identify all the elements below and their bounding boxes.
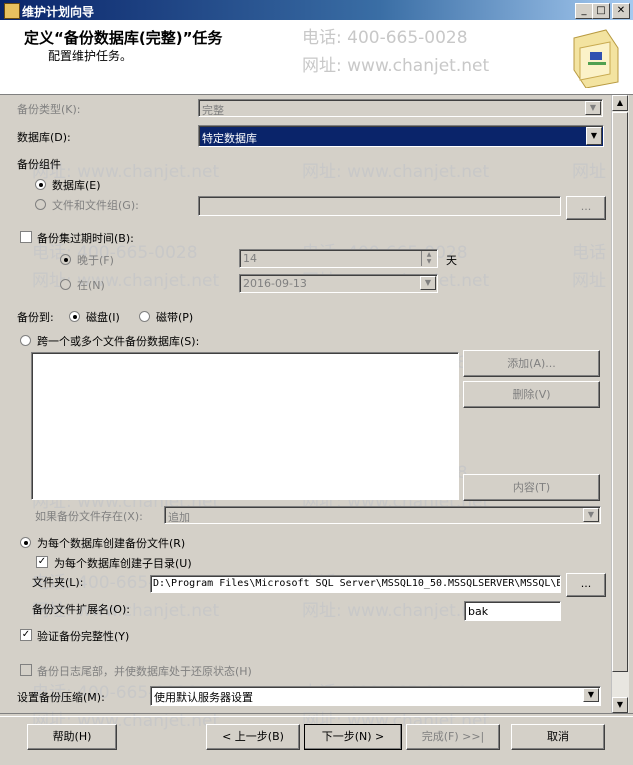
app-icon	[4, 3, 20, 19]
remove-button[interactable]: 删除(V)	[463, 381, 600, 408]
backup-type-select[interactable]: 完整 ▼	[198, 99, 603, 117]
if-exists-select[interactable]: 追加 ▼	[164, 506, 601, 524]
extension-value: bak	[468, 605, 489, 618]
chevron-down-icon: ▼	[586, 127, 602, 145]
folder-label: 文件夹(L):	[32, 576, 84, 589]
backup-files-list[interactable]	[31, 352, 459, 500]
expire-days-value: 14	[243, 252, 257, 265]
chevron-down-icon: ▼	[585, 101, 601, 115]
scroll-thumb[interactable]	[612, 112, 628, 672]
radio-backup-disk[interactable]	[69, 311, 80, 322]
wizard-folder-icon	[573, 29, 619, 88]
if-exists-value: 追加	[168, 511, 190, 524]
wizard-header: 定义“备份数据库(完整)”任务 配置维护任务。 电话: 400-665-0028…	[0, 20, 633, 95]
compression-value: 使用默认服务器设置	[154, 691, 253, 704]
files-input[interactable]	[198, 196, 561, 216]
backup-type-value: 完整	[202, 104, 224, 117]
window-title: 维护计划向导	[22, 5, 95, 19]
watermark-phone-short: 电话	[572, 243, 606, 263]
if-exists-label: 如果备份文件存在(X):	[35, 510, 143, 523]
watermark-phone: 电话: 400-665-0028	[302, 28, 468, 48]
watermark-url: 网址: www.chanjet.net	[302, 56, 490, 76]
radio-expire-after[interactable]	[60, 254, 71, 265]
watermark-url: 网址: www.chanjet.net	[302, 162, 490, 182]
extension-label: 备份文件扩展名(O):	[32, 603, 130, 616]
chevron-down-icon: ▼	[420, 276, 436, 290]
back-button[interactable]: < 上一步(B)	[206, 724, 300, 750]
compression-select[interactable]: 使用默认服务器设置 ▼	[150, 686, 601, 706]
expire-checkbox[interactable]	[20, 231, 32, 243]
extension-input[interactable]: bak	[464, 601, 561, 621]
chevron-down-icon: ▼	[583, 508, 599, 522]
tail-log-label: 备份日志尾部，并使数据库处于还原状态(H)	[37, 665, 252, 678]
radio-span-files[interactable]	[20, 335, 31, 346]
watermark-url: 网址: www.chanjet.net	[302, 601, 490, 621]
radio-expire-on[interactable]	[60, 279, 71, 290]
page-title: 定义“备份数据库(完整)”任务	[24, 29, 223, 47]
tail-log-checkbox[interactable]	[20, 664, 32, 676]
maximize-button[interactable]: □	[592, 3, 610, 19]
vertical-scrollbar[interactable]: ▲ ▼	[611, 95, 629, 713]
radio-backup-tape[interactable]	[139, 311, 150, 322]
expire-date-value: 2016-09-13	[243, 277, 307, 290]
component-files-label: 文件和文件组(G):	[52, 199, 139, 212]
database-label: 数据库(D):	[17, 131, 71, 144]
folder-input[interactable]: D:\Program Files\Microsoft SQL Server\MS…	[150, 575, 561, 593]
backup-to-label: 备份到:	[17, 311, 54, 324]
backup-type-label: 备份类型(K):	[17, 103, 81, 116]
folder-browse-button[interactable]: ...	[566, 573, 606, 597]
footer-divider	[0, 713, 633, 717]
files-browse-button[interactable]: ...	[566, 196, 606, 220]
scroll-down-icon[interactable]: ▼	[612, 697, 628, 713]
span-files-label: 跨一个或多个文件备份数据库(S):	[37, 335, 200, 348]
per-db-file-label: 为每个数据库创建备份文件(R)	[37, 537, 186, 550]
folder-value: D:\Program Files\Microsoft SQL Server\MS…	[153, 578, 561, 589]
radio-component-files[interactable]	[35, 199, 46, 210]
cancel-button[interactable]: 取消	[511, 724, 605, 750]
verify-label: 验证备份完整性(Y)	[37, 630, 130, 643]
expire-label: 备份集过期时间(B):	[37, 232, 134, 245]
scroll-up-icon[interactable]: ▲	[612, 95, 628, 111]
per-db-subdir-label: 为每个数据库创建子目录(U)	[54, 557, 192, 570]
expire-on-label: 在(N)	[77, 279, 105, 292]
close-button[interactable]: ✕	[612, 3, 630, 19]
expire-date-picker[interactable]: 2016-09-13 ▼	[239, 274, 438, 293]
backup-disk-label: 磁盘(I)	[86, 311, 120, 324]
verify-checkbox[interactable]: ✓	[20, 629, 32, 641]
page-subtitle: 配置维护任务。	[48, 49, 133, 63]
watermark-url-short: 网址	[572, 162, 606, 182]
next-button[interactable]: 下一步(N) >	[304, 724, 402, 750]
backup-tape-label: 磁带(P)	[156, 311, 194, 324]
component-database-label: 数据库(E)	[52, 179, 101, 192]
database-value: 特定数据库	[202, 132, 257, 145]
add-button[interactable]: 添加(A)...	[463, 350, 600, 377]
database-select[interactable]: 特定数据库 ▼	[198, 125, 604, 147]
radio-component-database[interactable]	[35, 179, 46, 190]
spinner-arrows-icon: ▲ ▼	[421, 251, 436, 266]
minimize-button[interactable]: _	[575, 3, 593, 19]
chevron-down-icon: ▼	[583, 688, 599, 702]
help-button[interactable]: 帮助(H)	[27, 724, 117, 750]
watermark-url-short: 网址	[572, 271, 606, 291]
contents-button[interactable]: 内容(T)	[463, 474, 600, 501]
compression-label: 设置备份压缩(M):	[17, 691, 105, 704]
expire-days-unit: 天	[446, 254, 457, 267]
finish-button[interactable]: 完成(F) >>|	[406, 724, 500, 750]
per-db-subdir-checkbox[interactable]: ✓	[36, 556, 48, 568]
expire-days-spinner[interactable]: 14 ▲ ▼	[239, 249, 438, 268]
expire-after-label: 晚于(F)	[77, 254, 114, 267]
radio-per-db-file[interactable]	[20, 537, 31, 548]
title-bar: 维护计划向导 _ □ ✕	[0, 0, 633, 20]
backup-component-label: 备份组件	[17, 158, 61, 171]
